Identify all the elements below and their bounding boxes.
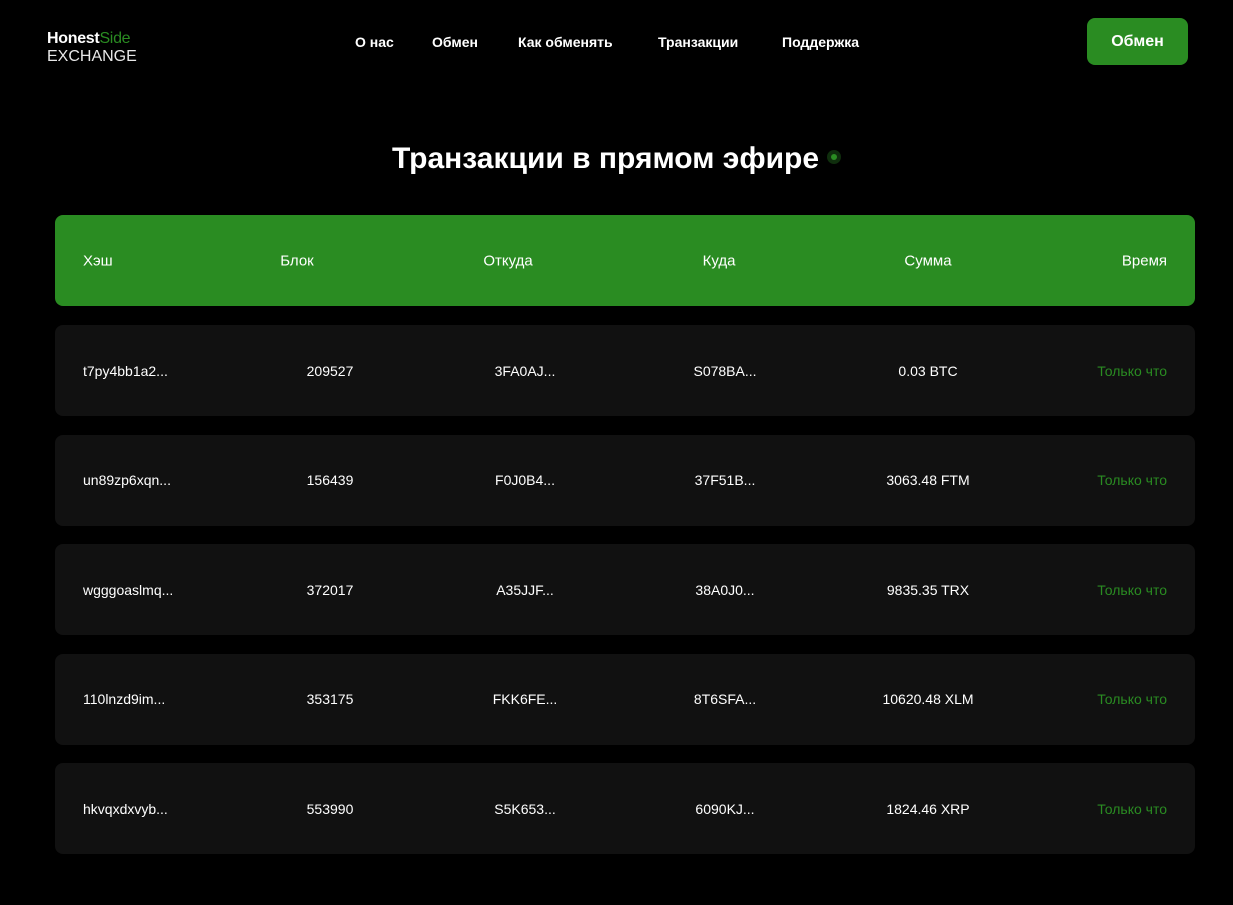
- exchange-button[interactable]: Обмен: [1087, 18, 1188, 65]
- nav-exchange[interactable]: Обмен: [432, 34, 478, 50]
- table-row[interactable]: 110lnzd9im... 353175 FKK6FE... 8T6SFA... 106…: [55, 653, 1195, 745]
- table-header: Хэш Блок Откуда Куда Сумма Время: [55, 215, 1195, 306]
- cell-time: Только что: [1097, 691, 1167, 707]
- col-amount: Сумма: [904, 252, 952, 269]
- page-title: Транзакции в прямом эфире: [0, 142, 1233, 176]
- cell-hash: 110lnzd9im...: [83, 691, 166, 707]
- cell-block: 156439: [306, 472, 354, 488]
- table-row[interactable]: un89zp6xqn... 156439 F0J0B4... 37F51B... 306…: [55, 434, 1195, 526]
- cell-amount: 0.03 BTC: [898, 362, 958, 379]
- cell-to: S078BA...: [693, 362, 757, 379]
- cell-hash: t7py4bb1a2...: [83, 362, 168, 379]
- cell-amount: 10620.48 XLM: [882, 691, 974, 707]
- col-hash: Хэш: [83, 252, 113, 269]
- cell-amount: 9835.35 TRX: [886, 581, 970, 598]
- table-row[interactable]: hkvqxdxvyb... 553990 S5K653... 6090KJ... 182…: [55, 763, 1195, 854]
- cell-to: 6090KJ...: [695, 800, 755, 817]
- col-from: Откуда: [483, 252, 533, 269]
- page-title-text: Транзакции в прямом эфире: [391, 142, 820, 175]
- cell-amount: 1824.46 XRP: [886, 800, 970, 817]
- cell-block: 209527: [306, 362, 354, 379]
- cell-from: F0J0B4...: [495, 472, 555, 488]
- cell-from: S5K653...: [494, 800, 556, 817]
- cell-time: Только что: [1097, 472, 1167, 488]
- cell-from: A35JJF...: [496, 581, 554, 598]
- cell-to: 37F51B...: [694, 472, 756, 488]
- table-row[interactable]: t7py4bb1a2... 209527 3FA0AJ... S078BA... 0.0…: [55, 325, 1195, 416]
- cell-hash: un89zp6xqn...: [83, 472, 171, 488]
- nav-about[interactable]: О нас: [355, 34, 394, 50]
- live-indicator-icon: [827, 150, 842, 165]
- nav-support[interactable]: Поддержка: [782, 34, 859, 50]
- cell-amount: 3063.48 FTM: [886, 472, 970, 488]
- cell-time: Только что: [1097, 800, 1167, 817]
- cell-hash: wgggoaslmq...: [83, 581, 174, 598]
- cell-block: 372017: [306, 581, 354, 598]
- col-to: Куда: [702, 252, 736, 269]
- cell-to: 8T6SFA...: [693, 691, 757, 707]
- cell-to: 38A0J0...: [695, 581, 755, 598]
- cell-time: Только что: [1097, 581, 1167, 598]
- cell-from: 3FA0AJ...: [494, 362, 556, 379]
- col-time: Время: [1121, 252, 1167, 269]
- cell-time: Только что: [1097, 362, 1167, 379]
- nav-transactions[interactable]: Транзакции: [658, 34, 738, 50]
- nav-how-to[interactable]: Как обменять: [518, 34, 613, 50]
- table-row[interactable]: wgggoaslmq... 372017 A35JJF... 38A0J0... 983…: [55, 544, 1195, 635]
- cell-from: FKK6FE...: [492, 691, 558, 707]
- cell-block: 553990: [306, 800, 354, 817]
- cell-block: 353175: [306, 691, 354, 707]
- cell-hash: hkvqxdxvyb...: [83, 800, 168, 817]
- main-nav: О нас Обмен Как обменять Транзакции Подд…: [0, 34, 1233, 54]
- col-block: Блок: [280, 252, 314, 269]
